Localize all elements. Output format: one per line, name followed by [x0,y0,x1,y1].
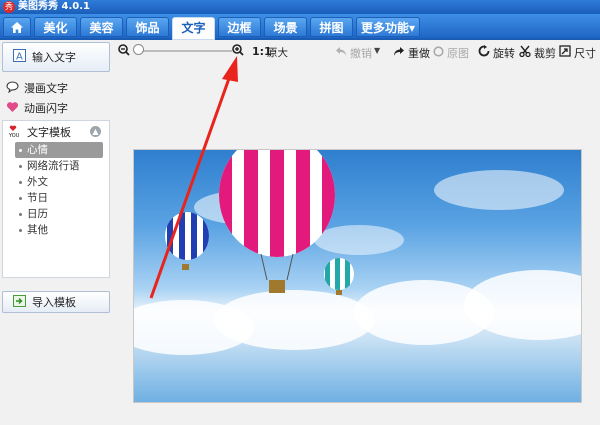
tab-accessories[interactable]: 饰品 [126,17,169,37]
tab-face[interactable]: 美容 [80,17,123,37]
teal-striped-balloon [324,258,354,290]
import-template-label: 导入模板 [32,296,76,309]
restore-label: 原图 [447,47,469,60]
zoom-out-icon[interactable] [118,44,130,59]
home-button[interactable] [3,17,31,37]
main-menu-bar: 美化 美容 饰品 文字 边框 场景 拼图 更多功能▾ [0,14,600,40]
svg-text:YOU: YOU [9,133,20,137]
text-template-panel: YOU 文字模板 ▲ 心情 网络流行语 外文 节日 日历 其他 [2,120,110,278]
template-category-calendar[interactable]: 日历 [15,206,48,222]
tab-collage[interactable]: 拼图 [310,17,353,37]
input-text-button[interactable]: A 输入文字 [2,42,110,72]
text-a-icon: A [13,49,26,65]
collapse-up-icon[interactable]: ▲ [90,126,101,137]
resize-label: 尺寸 [574,47,596,60]
text-template-title: 文字模板 [27,126,71,139]
import-arrow-icon [13,294,26,310]
tab-scene[interactable]: 场景 [264,17,307,37]
scissors-icon [519,40,531,68]
template-category-other[interactable]: 其他 [15,222,48,238]
rotate-label: 旋转 [493,47,515,60]
undo-icon [335,40,347,68]
undo-label: 撤销 [350,47,372,60]
restore-original-button[interactable]: 原图 [433,40,469,68]
text-tools-panel: A 输入文字 漫画文字 动画闪字 YOU 文字模板 ▲ 心情 网络流行语 外文 … [0,40,112,425]
pink-striped-balloon [219,150,335,257]
comic-text-item[interactable]: 漫画文字 [6,78,68,98]
tab-beautify[interactable]: 美化 [34,17,77,37]
template-category-internet-slang[interactable]: 网络流行语 [15,158,80,174]
redo-label: 重做 [408,47,430,60]
rotate-button[interactable]: 旋转 [478,40,515,68]
tab-more-features[interactable]: 更多功能▾ [356,17,420,37]
window-title: 美图秀秀 4.0.1 [18,1,90,12]
sparkle-heart-icon [6,101,19,116]
text-template-header[interactable]: YOU 文字模板 [8,124,71,140]
undo-button[interactable]: 撤销 [335,40,372,68]
template-category-holiday[interactable]: 节日 [15,190,48,206]
rotate-icon [478,40,490,68]
undo-history-dropdown-icon[interactable]: ▼ [374,46,380,55]
speech-bubble-icon [6,81,19,96]
template-category-mood[interactable]: 心情 [15,142,103,158]
crop-label: 裁剪 [534,47,556,60]
original-size-button[interactable]: 原大 [267,45,288,60]
canvas-photo[interactable] [133,149,582,403]
svg-text:A: A [16,52,23,63]
tab-frame[interactable]: 边框 [218,17,261,37]
restore-icon [433,40,444,68]
zoom-slider-track[interactable] [140,50,232,52]
app-logo-icon: 秀 [3,1,15,13]
crop-button[interactable]: 裁剪 [519,40,556,68]
redo-icon [393,40,405,68]
resize-button[interactable]: 尺寸 [559,40,596,68]
animated-text-label: 动画闪字 [24,102,68,115]
zoom-slider-thumb[interactable] [133,44,144,55]
blue-striped-balloon [165,212,209,260]
tab-text[interactable]: 文字 [172,17,215,40]
template-category-foreign[interactable]: 外文 [15,174,48,190]
input-text-label: 输入文字 [32,51,76,64]
comic-text-label: 漫画文字 [24,82,68,95]
redo-button[interactable]: 重做 [393,40,430,68]
animated-text-item[interactable]: 动画闪字 [6,98,68,118]
home-icon [10,22,24,37]
title-bar: 秀 美图秀秀 4.0.1 [0,0,600,14]
resize-icon [559,40,571,68]
zoom-in-icon[interactable] [232,44,244,59]
import-template-button[interactable]: 导入模板 [2,291,110,313]
love-you-icon: YOU [8,125,22,140]
